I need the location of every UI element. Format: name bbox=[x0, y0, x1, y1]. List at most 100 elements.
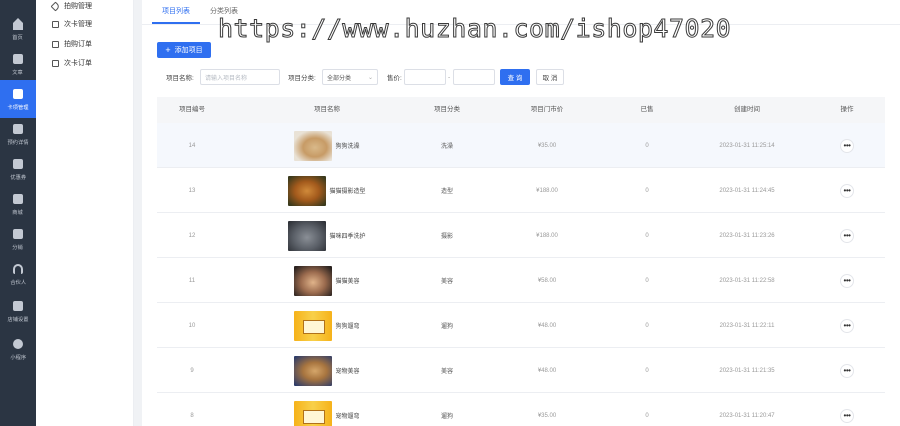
nav-label: 首页 bbox=[12, 34, 24, 41]
more-icon: ••• bbox=[843, 230, 851, 240]
col-id: 项目编号 bbox=[179, 106, 205, 113]
plus-icon: + bbox=[165, 44, 171, 55]
order-icon bbox=[52, 40, 59, 48]
row-name: 猫咪四季洗护 bbox=[329, 234, 366, 240]
table-row[interactable]: 11 猫猫美容 美容 ¥58.00 0 2023-01-31 11:22:58 … bbox=[157, 258, 885, 303]
table-row[interactable]: 13 猫猫摄影造型 造型 ¥188.00 0 2023-01-31 11:24:… bbox=[157, 168, 885, 213]
row-category: 美容 bbox=[440, 369, 453, 375]
name-filter-label: 项目名称: bbox=[166, 75, 194, 82]
order-icon bbox=[52, 59, 59, 67]
row-category: 美容 bbox=[440, 279, 453, 285]
project-name-input[interactable]: 请输入项目名称 bbox=[200, 69, 280, 85]
table-row[interactable]: 12 猫咪四季洗护 摄影 ¥188.00 0 2023-01-31 11:23:… bbox=[157, 213, 885, 258]
submenu-label: 拍购订单 bbox=[64, 41, 92, 48]
nav-item-miniapp[interactable]: 小程序 bbox=[0, 330, 36, 368]
search-button[interactable]: 查 询 bbox=[500, 69, 530, 85]
project-thumbnail bbox=[294, 355, 333, 386]
table-row[interactable]: 10 狗狗遛弯 遛狗 ¥48.00 0 2023-01-31 11:22:11 … bbox=[157, 303, 885, 348]
row-price: ¥188.00 bbox=[536, 232, 558, 239]
tab-project-list[interactable]: 项目列表 bbox=[152, 0, 200, 24]
miniapp-icon bbox=[12, 338, 24, 350]
row-action-cell: ••• bbox=[817, 168, 877, 213]
table-row[interactable]: 8 宠物遛弯 遛狗 ¥35.00 0 2023-01-31 11:20:47 •… bbox=[157, 393, 885, 426]
col-action: 操作 bbox=[840, 106, 854, 113]
col-price: 项目门市价 bbox=[530, 106, 564, 113]
submenu-label: 拍购管理 bbox=[64, 3, 92, 10]
row-id: 13 bbox=[188, 187, 196, 194]
more-actions-button[interactable]: ••• bbox=[840, 363, 854, 378]
row-created: 2023-01-31 11:22:11 bbox=[719, 322, 775, 329]
more-icon: ••• bbox=[843, 320, 851, 330]
more-actions-button[interactable]: ••• bbox=[840, 183, 854, 198]
submenu-label: 次卡管理 bbox=[64, 21, 92, 28]
row-name-cell: 狗狗遛弯 bbox=[257, 303, 397, 348]
category-select[interactable]: 全部分类 ⌄ bbox=[322, 69, 378, 85]
col-category: 项目分类 bbox=[434, 106, 460, 113]
row-created: 2023-01-31 11:24:45 bbox=[719, 187, 775, 194]
nav-item-store[interactable]: 店铺设置 bbox=[0, 292, 36, 330]
row-created: 2023-01-31 11:23:26 bbox=[719, 232, 775, 239]
price-max-input[interactable] bbox=[453, 69, 495, 85]
nav-item-coupon[interactable]: 优惠券 bbox=[0, 150, 36, 188]
cancel-button[interactable]: 取 消 bbox=[536, 69, 564, 85]
price-range-separator: - bbox=[448, 73, 451, 81]
article-icon bbox=[12, 53, 24, 65]
more-actions-button[interactable]: ••• bbox=[840, 318, 854, 333]
name-filter: 请输入项目名称 bbox=[200, 69, 280, 85]
row-id: 8 bbox=[190, 412, 194, 419]
submenu-item-times-card[interactable]: 次卡管理 bbox=[52, 16, 92, 32]
nav-label: 文章 bbox=[12, 69, 24, 76]
more-icon: ••• bbox=[843, 365, 851, 375]
shop-icon bbox=[12, 193, 24, 205]
partner-icon bbox=[12, 263, 24, 275]
project-thumbnail bbox=[294, 130, 333, 161]
nav-label: 商城 bbox=[12, 209, 24, 216]
col-created: 创建时间 bbox=[734, 106, 760, 113]
submenu-item-group-orders[interactable]: 拍购订单 bbox=[52, 36, 92, 52]
row-id: 12 bbox=[188, 232, 196, 239]
coupon-icon bbox=[12, 158, 24, 170]
project-thumbnail bbox=[294, 400, 333, 426]
row-created: 2023-01-31 11:20:47 bbox=[719, 412, 775, 419]
price-filter-label: 售价: bbox=[387, 75, 402, 82]
row-id: 11 bbox=[188, 277, 196, 284]
more-actions-button[interactable]: ••• bbox=[840, 228, 854, 243]
chevron-down-icon: ⌄ bbox=[367, 74, 373, 81]
row-name-cell: 猫猫摄影造型 bbox=[257, 168, 397, 213]
nav-item-share[interactable]: 分销 bbox=[0, 220, 36, 258]
more-actions-button[interactable]: ••• bbox=[840, 408, 854, 423]
card-icon bbox=[52, 20, 59, 28]
nav-item-card[interactable]: 卡项管理 bbox=[0, 80, 36, 118]
table-row[interactable]: 9 宠物美容 美容 ¥48.00 0 2023-01-31 11:21:35 •… bbox=[157, 348, 885, 393]
nav-item-home[interactable]: 首页 bbox=[0, 10, 36, 48]
nav-item-booking[interactable]: 预约详情 bbox=[0, 115, 36, 153]
more-actions-button[interactable]: ••• bbox=[840, 273, 854, 288]
row-name-cell: 狗狗洗澡 bbox=[257, 123, 397, 168]
submenu-item-group-buy[interactable]: 拍购管理 bbox=[50, 0, 92, 14]
row-created: 2023-01-31 11:25:14 bbox=[719, 142, 775, 149]
row-action-cell: ••• bbox=[817, 213, 877, 258]
more-icon: ••• bbox=[843, 275, 851, 285]
nav-item-partner[interactable]: 合伙人 bbox=[0, 255, 36, 293]
row-price: ¥35.00 bbox=[537, 142, 557, 149]
more-actions-button[interactable]: ••• bbox=[840, 138, 854, 153]
row-sold: 0 bbox=[645, 277, 649, 284]
row-price: ¥35.00 bbox=[537, 412, 557, 419]
col-sold: 已售 bbox=[640, 106, 654, 113]
table-row[interactable]: 14 狗狗洗澡 洗澡 ¥35.00 0 2023-01-31 11:25:14 … bbox=[157, 123, 885, 168]
nav-item-shop[interactable]: 商城 bbox=[0, 185, 36, 223]
price-min-filter bbox=[404, 69, 446, 85]
nav-label: 小程序 bbox=[10, 354, 26, 361]
home-icon bbox=[12, 17, 24, 30]
submenu-item-card-orders[interactable]: 次卡订单 bbox=[52, 55, 92, 71]
price-min-input[interactable] bbox=[404, 69, 446, 85]
watermark: https://www.huzhan.com/ishop47020 bbox=[217, 14, 732, 44]
row-price: ¥48.00 bbox=[537, 322, 557, 329]
row-id: 9 bbox=[190, 367, 194, 374]
row-sold: 0 bbox=[645, 412, 649, 419]
nav-item-article[interactable]: 文章 bbox=[0, 45, 36, 83]
add-project-button[interactable]: + 添加项目 bbox=[157, 42, 211, 58]
store-icon bbox=[12, 300, 24, 312]
nav-label: 优惠券 bbox=[10, 174, 26, 181]
row-price: ¥58.00 bbox=[537, 277, 557, 284]
